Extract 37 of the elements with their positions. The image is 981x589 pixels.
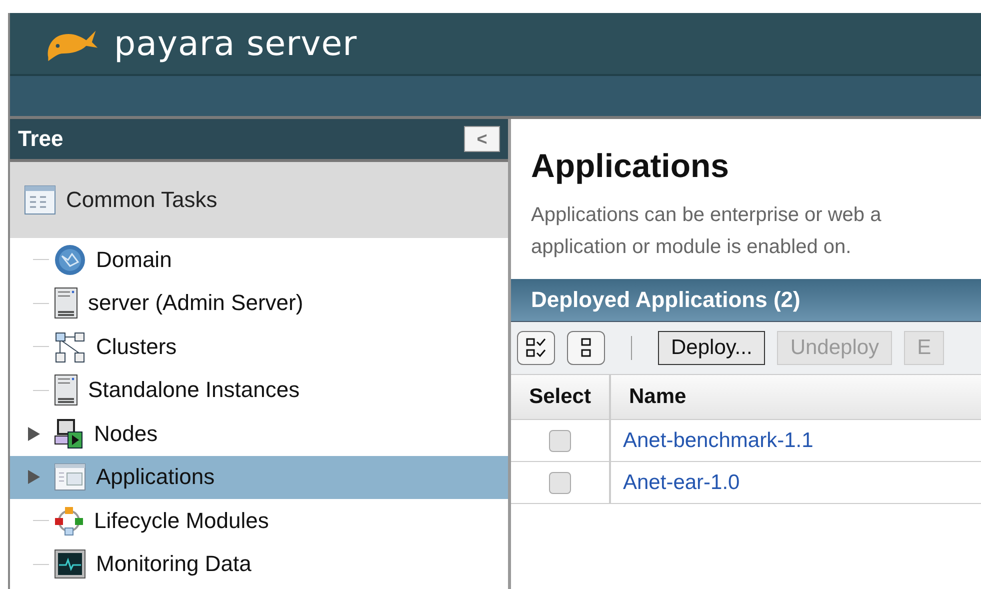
server-icon — [54, 374, 78, 406]
tree-item[interactable]: Applications — [10, 456, 508, 499]
tree-item[interactable]: Nodes — [10, 412, 508, 456]
tree-item[interactable]: server (Admin Server) — [10, 282, 508, 325]
toolbar-button[interactable]: Deploy... — [658, 331, 766, 365]
table-icon — [24, 185, 56, 215]
tree-item[interactable]: Monitoring Data — [10, 542, 508, 586]
page-title: Applications — [531, 147, 730, 185]
deselect-all-button[interactable] — [567, 331, 605, 365]
globe-icon — [54, 244, 86, 276]
table-title: Deployed Applications (2) — [531, 287, 800, 313]
tree-item[interactable]: Lifecycle Modules — [10, 499, 508, 542]
column-header[interactable]: Name — [611, 375, 981, 419]
select-all-icon — [525, 337, 547, 359]
expand-arrow-icon[interactable] — [28, 426, 40, 441]
tree-title: Tree — [18, 126, 64, 152]
tree-item[interactable]: Clusters — [10, 325, 508, 368]
application-link[interactable]: Anet-ear-1.0 — [623, 470, 740, 494]
expand-arrow-icon[interactable] — [28, 470, 40, 484]
select-all-button[interactable] — [517, 331, 555, 365]
collapse-button[interactable]: < — [464, 126, 500, 152]
brand-name: payara server — [114, 24, 358, 64]
tree-item[interactable]: Standalone Instances — [10, 368, 508, 412]
page-description: Applications can be enterprise or web a — [531, 203, 882, 228]
tree-item[interactable]: Domain — [10, 238, 508, 282]
server-icon — [54, 287, 78, 320]
application-window-icon — [54, 463, 86, 492]
row-checkbox[interactable] — [549, 472, 571, 494]
cluster-icon — [54, 330, 86, 363]
row-checkbox[interactable] — [549, 430, 571, 452]
page-description: application or module is enabled on. — [531, 235, 852, 260]
lifecycle-icon — [54, 506, 84, 536]
heartbeat-monitor-icon — [54, 549, 86, 580]
application-link[interactable]: Anet-benchmark-1.1 — [623, 428, 814, 452]
common-tasks-item[interactable]: Common Tasks — [10, 162, 508, 238]
computer-play-icon — [54, 418, 84, 450]
deselect-all-icon — [579, 337, 593, 359]
